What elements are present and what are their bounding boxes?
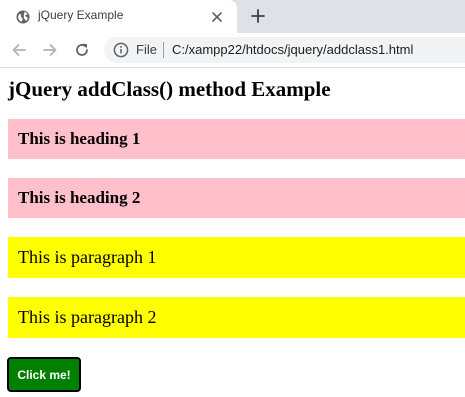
tab-title: jQuery Example	[38, 8, 124, 22]
page-content: jQuery addClass() method Example This is…	[0, 68, 465, 397]
address-scheme-label: File	[136, 42, 157, 57]
heading-2: This is heading 2	[8, 178, 465, 218]
tab-strip: jQuery Example	[0, 0, 465, 33]
globe-icon	[16, 9, 30, 24]
address-bar[interactable]: File C:/xampp22/htdocs/jquery/addclass1.…	[104, 37, 465, 63]
click-me-button[interactable]: Click me!	[7, 357, 81, 392]
page-title: jQuery addClass() method Example	[8, 77, 331, 101]
paragraph-1: This is paragraph 1	[8, 237, 465, 278]
reload-icon[interactable]	[72, 40, 92, 60]
arrow-right-icon[interactable]	[40, 40, 60, 60]
address-url[interactable]: C:/xampp22/htdocs/jquery/addclass1.html	[172, 42, 413, 57]
arrow-left-icon[interactable]	[9, 40, 29, 60]
close-icon[interactable]	[210, 9, 224, 23]
plus-icon[interactable]	[248, 6, 268, 26]
heading-1: This is heading 1	[8, 119, 465, 159]
browser-toolbar: File C:/xampp22/htdocs/jquery/addclass1.…	[0, 33, 465, 68]
browser-tab[interactable]: jQuery Example	[0, 0, 237, 33]
paragraph-2: This is paragraph 2	[8, 297, 465, 338]
info-icon[interactable]	[113, 42, 129, 58]
address-divider	[163, 42, 164, 58]
